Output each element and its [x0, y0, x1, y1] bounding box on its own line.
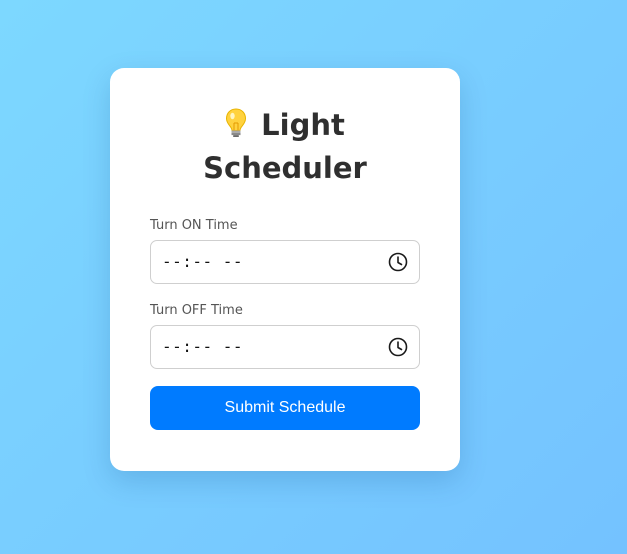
- light-bulb-icon: [225, 107, 247, 137]
- turn-on-time-input[interactable]: --:-- --: [150, 240, 420, 284]
- turn-on-time-label: Turn ON Time: [150, 218, 238, 233]
- turn-off-time-input[interactable]: --:-- --: [150, 325, 420, 369]
- turn-off-time-label: Turn OFF Time: [150, 303, 243, 318]
- clock-icon[interactable]: [388, 337, 408, 357]
- turn-off-time-value[interactable]: --:-- --: [162, 326, 243, 368]
- page-title: Light Scheduler: [150, 68, 420, 190]
- clock-icon[interactable]: [388, 252, 408, 272]
- scheduler-card: Light Scheduler Turn ON Time --:-- -- Tu…: [110, 68, 460, 471]
- turn-on-time-value[interactable]: --:-- --: [162, 241, 243, 283]
- submit-schedule-button[interactable]: Submit Schedule: [150, 386, 420, 430]
